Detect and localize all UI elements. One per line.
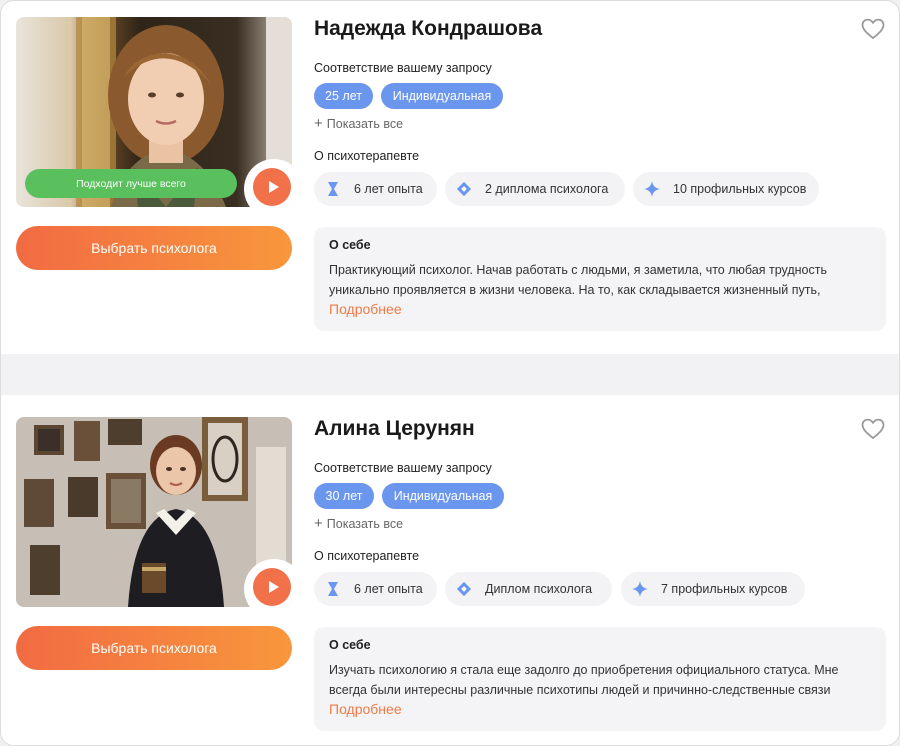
- about-block: О себе Практикующий психолог. Начав рабо…: [314, 227, 886, 331]
- stat-experience: 6 лет опыта: [314, 572, 437, 606]
- psychologist-name: Алина Церунян: [314, 417, 475, 440]
- stat-courses: 10 профильных курсов: [633, 172, 819, 206]
- plus-icon: +: [314, 115, 323, 132]
- more-link[interactable]: Подробнее: [329, 701, 871, 717]
- psychologist-photo[interactable]: [16, 417, 292, 607]
- diploma-icon: [455, 580, 473, 598]
- hourglass-icon: [324, 180, 342, 198]
- tag-age: 30 лет: [314, 483, 374, 509]
- about-therapist-label: О психотерапевте: [314, 149, 420, 163]
- stat-diplomas: Диплом психолога: [445, 572, 612, 606]
- hourglass-icon: [324, 580, 342, 598]
- match-label: Соответствие вашему запросу: [314, 61, 492, 75]
- show-all-link[interactable]: + Показать все: [314, 516, 403, 531]
- about-block: О себе Изучать психологию я стала еще за…: [314, 627, 886, 731]
- tag-age: 25 лет: [314, 83, 373, 109]
- choose-psychologist-button[interactable]: Выбрать психолога: [16, 226, 292, 270]
- show-all-link[interactable]: + Показать все: [314, 116, 403, 131]
- about-text: Изучать психологию я стала еще задолго д…: [329, 663, 839, 697]
- video-play-button[interactable]: [253, 168, 291, 206]
- best-match-badge: Подходит лучше всего: [25, 169, 237, 198]
- about-title: О себе: [329, 638, 371, 652]
- about-title: О себе: [329, 238, 371, 252]
- sparkle-icon: [631, 580, 649, 598]
- choose-psychologist-button[interactable]: Выбрать психолога: [16, 626, 292, 670]
- tag-format: Индивидуальная: [382, 483, 504, 509]
- video-play-button[interactable]: [253, 568, 291, 606]
- tag-format: Индивидуальная: [381, 83, 503, 109]
- diploma-icon: [455, 180, 473, 198]
- about-text: Практикующий психолог. Начав работать с …: [329, 263, 827, 297]
- favorite-heart-icon[interactable]: [860, 17, 886, 41]
- psychologist-card: Подходит лучше всего Выбрать психолога Н…: [1, 1, 899, 354]
- stat-courses: 7 профильных курсов: [621, 572, 805, 606]
- sparkle-icon: [643, 180, 661, 198]
- stat-diplomas: 2 диплома психолога: [445, 172, 625, 206]
- stat-experience: 6 лет опыта: [314, 172, 437, 206]
- plus-icon: +: [314, 515, 323, 532]
- match-label: Соответствие вашему запросу: [314, 461, 492, 475]
- results-frame: Подходит лучше всего Выбрать психолога Н…: [0, 0, 900, 746]
- psychologist-name: Надежда Кондрашова: [314, 17, 543, 40]
- play-icon: [268, 181, 279, 193]
- favorite-heart-icon[interactable]: [860, 417, 886, 441]
- more-link[interactable]: Подробнее: [329, 301, 871, 317]
- about-therapist-label: О психотерапевте: [314, 549, 420, 563]
- psychologist-card: Выбрать психолога Алина Церунян Соответс…: [1, 395, 899, 745]
- play-icon: [268, 581, 279, 593]
